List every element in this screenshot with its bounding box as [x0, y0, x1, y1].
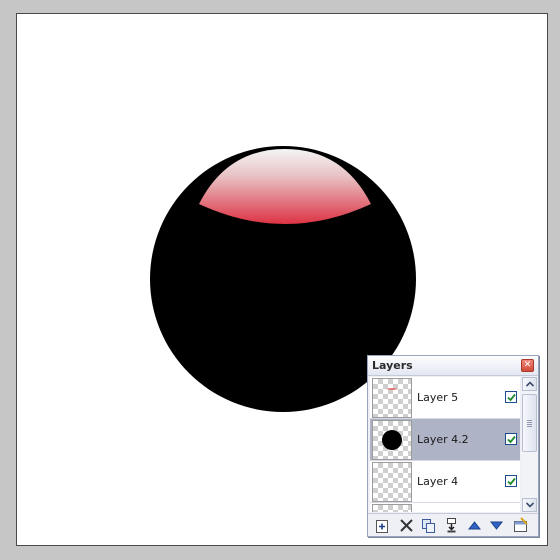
- layer-row-layer-4-2[interactable]: Layer 4.2: [370, 419, 520, 461]
- panel-title: Layers ✕: [368, 356, 538, 376]
- panel-title-text: Layers: [372, 359, 413, 372]
- red-highlight-thumbnail: [386, 388, 398, 390]
- scroll-thumb[interactable]: [522, 394, 537, 452]
- delete-layer-icon[interactable]: [398, 517, 415, 534]
- close-icon[interactable]: ✕: [521, 359, 534, 372]
- checkmark-icon: [507, 477, 516, 486]
- layer-thumbnail: [372, 378, 412, 418]
- black-circle-thumbnail: [382, 430, 402, 450]
- layer-row-partial[interactable]: [370, 503, 520, 512]
- layer-list: Layer 5 Layer 4.2 Layer 4: [370, 377, 520, 512]
- transparent-thumbnail: [372, 504, 412, 512]
- layer-name: Layer 5: [417, 391, 459, 404]
- layer-visibility-checkbox[interactable]: [505, 475, 517, 487]
- layer-name: Layer 4: [417, 475, 459, 488]
- checkmark-icon: [507, 435, 516, 444]
- scroll-up-button[interactable]: [522, 377, 537, 391]
- layer-visibility-checkbox[interactable]: [505, 433, 517, 445]
- layer-name: Layer 4.2: [417, 433, 469, 446]
- move-layer-down-icon[interactable]: [488, 517, 505, 534]
- merge-down-icon[interactable]: [443, 517, 460, 534]
- chevron-down-icon: [526, 502, 534, 508]
- layer-properties-icon[interactable]: [512, 517, 529, 534]
- layers-toolbar: [368, 513, 538, 536]
- layer-row-layer-4[interactable]: Layer 4: [370, 461, 520, 503]
- duplicate-layer-icon[interactable]: [420, 517, 437, 534]
- layers-panel: Layers ✕ Layer 5 Layer 4.2 Layer 4: [367, 355, 539, 537]
- layer-list-scrollbar[interactable]: [522, 377, 537, 512]
- move-layer-up-icon[interactable]: [466, 517, 483, 534]
- layer-thumbnail: [372, 420, 412, 460]
- scroll-down-button[interactable]: [522, 498, 537, 512]
- layer-row-layer-5[interactable]: Layer 5: [370, 377, 520, 419]
- layer-visibility-checkbox[interactable]: [505, 391, 517, 403]
- chevron-up-icon: [526, 381, 534, 387]
- add-layer-icon[interactable]: [374, 517, 391, 534]
- transparent-thumbnail: [372, 462, 412, 502]
- checkmark-icon: [507, 393, 516, 402]
